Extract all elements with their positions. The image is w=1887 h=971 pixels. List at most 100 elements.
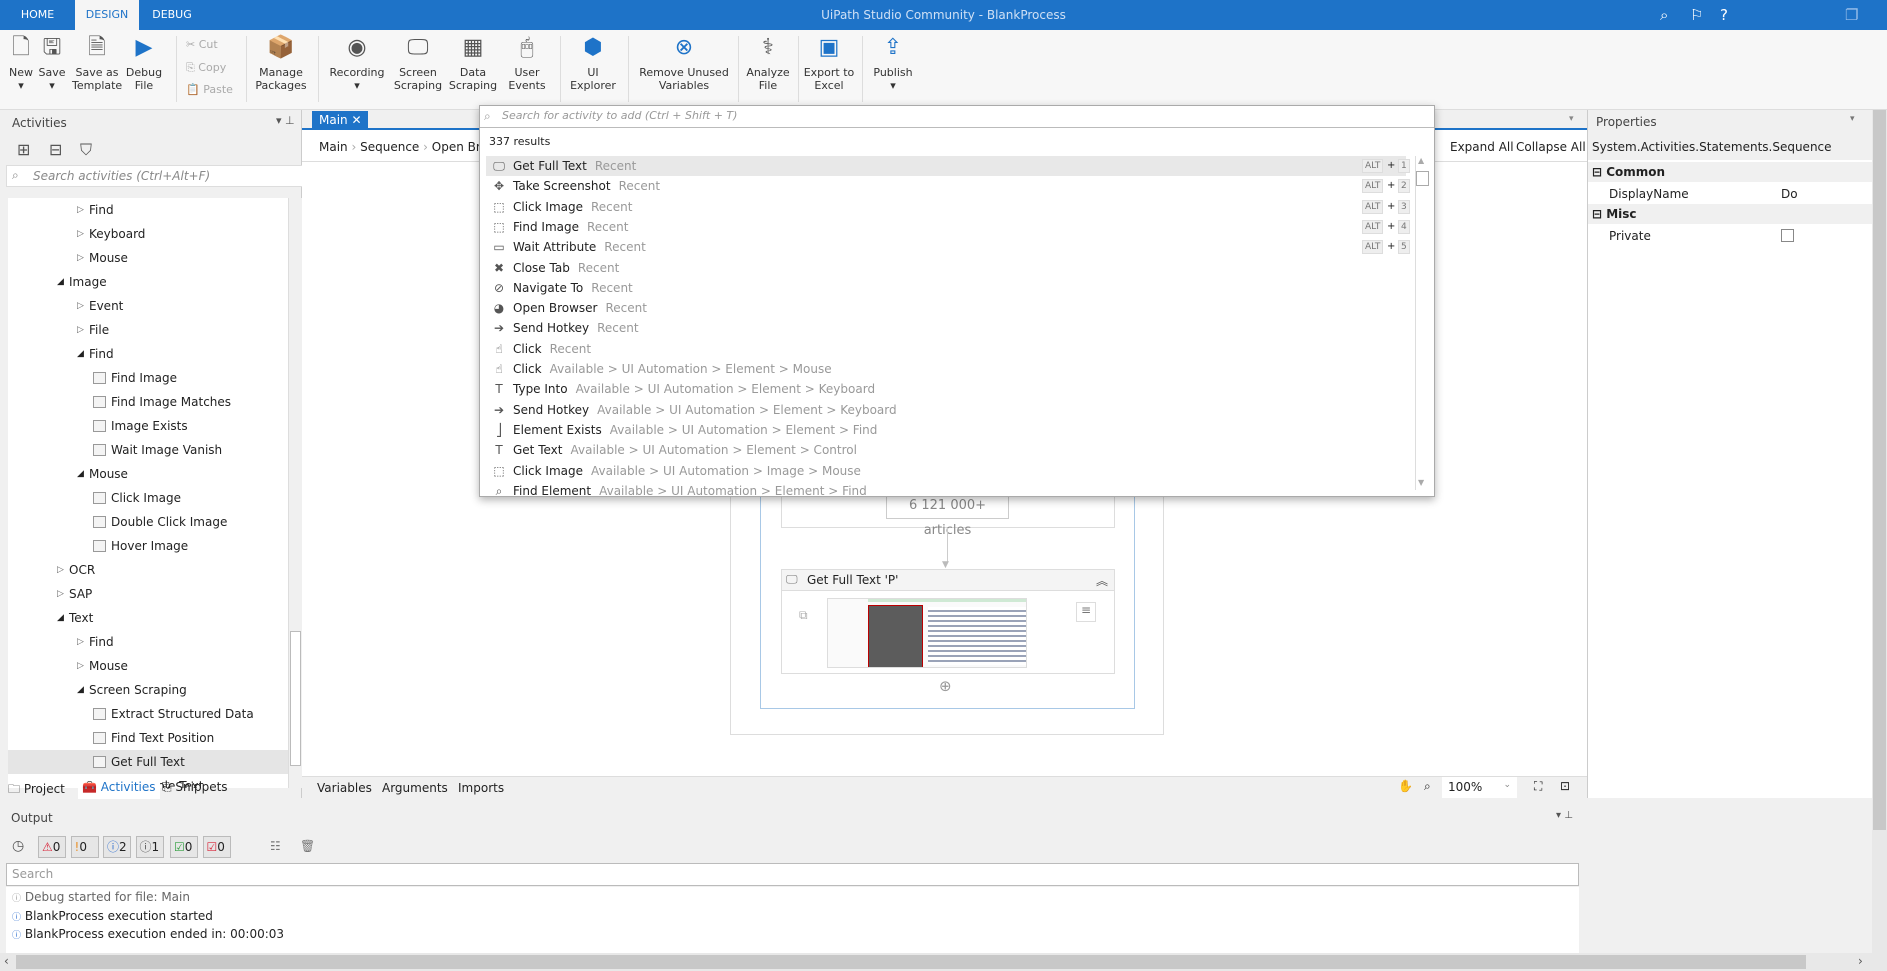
tree-item[interactable]: ▷ Keyboard — [8, 222, 288, 246]
feedback-icon[interactable]: ⚐ — [1690, 6, 1703, 24]
expanded-arrow-icon[interactable]: ◢ — [57, 606, 64, 630]
help-icon[interactable]: ? — [1720, 6, 1728, 24]
collapsed-arrow-icon[interactable]: ▷ — [57, 558, 64, 582]
tree-item[interactable]: Double Click Image — [8, 510, 288, 534]
tree-item[interactable]: Get Full Text — [8, 750, 288, 774]
collapse-all-icon[interactable]: ⊟ — [49, 140, 62, 159]
collapsed-arrow-icon[interactable]: ▷ — [77, 198, 84, 222]
displayname-value[interactable]: Do — [1778, 184, 1801, 204]
expanded-arrow-icon[interactable]: ◢ — [77, 462, 84, 486]
expand-all-button[interactable]: Expand All — [1450, 140, 1514, 154]
result-item[interactable]: ⬚ Click Image Available > UI Automation > … — [486, 461, 1406, 481]
save-as-template-button[interactable]: 🗎 Save as Template — [72, 34, 122, 92]
result-item[interactable]: ☝ Click Recent — [486, 339, 1406, 359]
tree-item[interactable]: ▷ Mouse — [8, 246, 288, 270]
screen-scraping-button[interactable]: 🖵 Screen Scraping — [392, 34, 444, 92]
tree-item[interactable]: ▷ File — [8, 318, 288, 342]
tree-item[interactable]: Hover Image — [8, 534, 288, 558]
result-item[interactable]: ⌕ Find Element Available > UI Automation >… — [486, 481, 1406, 496]
result-item[interactable]: ➔ Send Hotkey Recent — [486, 318, 1406, 338]
output-search-input[interactable]: Search — [6, 863, 1579, 886]
add-activity-icon[interactable]: ⊕ — [939, 677, 952, 695]
expanded-arrow-icon[interactable]: ◢ — [77, 342, 84, 366]
result-item[interactable]: ⬚ Click Image Recent ALT +3 — [486, 197, 1410, 217]
result-item[interactable]: ⬚ Find Image Recent ALT +4 — [486, 217, 1410, 237]
copy-button[interactable]: ⎘ Copy — [186, 61, 226, 75]
counter-fail[interactable]: ☑0 — [202, 836, 231, 858]
activities-search-input[interactable]: Search activities (Ctrl+Alt+F) — [6, 165, 304, 187]
timestamp-icon[interactable]: ◷ — [12, 838, 24, 854]
expand-all-icon[interactable]: ⊞ — [17, 140, 30, 159]
result-item[interactable]: ✥ Take Screenshot Recent ALT +2 — [486, 176, 1410, 196]
scrollbar-thumb[interactable] — [1416, 171, 1429, 186]
tree-item[interactable]: ▷ Find — [8, 630, 288, 654]
ui-explorer-button[interactable]: ⬢ UI Explorer — [568, 34, 618, 92]
scrollbar-thumb[interactable] — [1873, 110, 1886, 830]
tree-item[interactable]: Image Exists — [8, 414, 288, 438]
expanded-arrow-icon[interactable]: ◢ — [57, 270, 64, 294]
group-common[interactable]: ⊟ Common — [1588, 162, 1873, 182]
recording-button[interactable]: ◉ Recording ▾ — [326, 34, 388, 92]
tab-snippets[interactable]: ⎘ Snippets — [162, 780, 228, 795]
hand-icon[interactable]: ✋ — [1398, 779, 1413, 793]
tree-item[interactable]: Find Text Position — [8, 726, 288, 750]
result-item[interactable]: T Get Text Available > UI Automation > Ele… — [486, 440, 1406, 460]
data-scraping-button[interactable]: ▦ Data Scraping — [448, 34, 498, 92]
result-item[interactable]: ▭ Wait Attribute Recent ALT +5 — [486, 237, 1410, 257]
paste-button[interactable]: 📋 Paste — [186, 83, 233, 96]
collapsed-arrow-icon[interactable]: ▷ — [77, 222, 84, 246]
tree-item[interactable]: Extract Structured Data — [8, 702, 288, 726]
tree-item[interactable]: Click Image — [8, 486, 288, 510]
breadcrumb-sequence[interactable]: Sequence — [360, 140, 419, 154]
result-item[interactable]: ⎦ Element Exists Available > UI Automation… — [486, 420, 1406, 440]
collapsed-arrow-icon[interactable]: ▷ — [77, 246, 84, 270]
pin-icon[interactable]: ▾ ⊥ — [276, 114, 295, 127]
get-full-text-activity[interactable]: 🖵 Get Full Text 'P' ︽ ⧉ ≡ — [781, 569, 1115, 674]
properties-scrollbar[interactable] — [1872, 110, 1887, 953]
tree-item[interactable]: ◢ Screen Scraping — [8, 678, 288, 702]
clear-icon[interactable]: 🗑 — [300, 839, 315, 853]
tree-item[interactable]: Wait Image Vanish — [8, 438, 288, 462]
search-icon[interactable]: ⌕ — [1660, 6, 1668, 24]
tree-item[interactable]: ◢ Mouse — [8, 462, 288, 486]
result-item[interactable]: 🖵 Get Full Text Recent ALT +1 — [486, 156, 1410, 176]
arguments-tab[interactable]: Arguments — [382, 781, 448, 795]
collapsed-arrow-icon[interactable]: ▷ — [77, 294, 84, 318]
pin-icon[interactable]: ▾ ⊥ — [1556, 810, 1573, 821]
horizontal-scrollbar[interactable]: ‹ › — [0, 953, 1887, 971]
counter-info[interactable]: ⓘ2 — [103, 836, 131, 858]
result-item[interactable]: ➔ Send Hotkey Available > UI Automation > … — [486, 400, 1406, 420]
manage-packages-button[interactable]: 📦 Manage Packages — [252, 34, 310, 92]
filter-icon[interactable]: ⛉ — [80, 140, 92, 160]
scrollbar-thumb[interactable] — [16, 955, 1806, 969]
scroll-right-icon[interactable]: › — [1858, 954, 1863, 968]
tab-activities[interactable]: 🧰 Activities — [78, 777, 160, 799]
counter-warning[interactable]: !0 — [70, 836, 99, 858]
tree-item[interactable]: ▷ Mouse — [8, 654, 288, 678]
zoom-icon[interactable]: ⌕ — [1424, 779, 1431, 794]
counter-trace[interactable]: ⓘ1 — [135, 836, 164, 858]
result-item[interactable]: ⊘ Navigate To Recent — [486, 278, 1406, 298]
tree-item[interactable]: Find Image Matches — [8, 390, 288, 414]
tab-main[interactable]: Main ✕ — [312, 111, 368, 130]
counter-success[interactable]: ☑0 — [170, 836, 198, 858]
selector-icon[interactable]: ⧉ — [799, 608, 808, 623]
scrollbar-thumb[interactable] — [290, 631, 301, 766]
remove-unused-variables-button[interactable]: ⊗ Remove Unused Variables — [636, 34, 732, 92]
collapse-icon[interactable]: ︽ — [1096, 572, 1108, 589]
collapsed-arrow-icon[interactable]: ▷ — [77, 654, 84, 678]
breadcrumb-open-browser[interactable]: Open Br — [432, 140, 481, 154]
result-item[interactable]: ✖ Close Tab Recent — [486, 258, 1406, 278]
fit-to-screen-icon[interactable]: ⛶ — [1534, 779, 1542, 794]
collapsed-arrow-icon[interactable]: ▷ — [57, 582, 64, 606]
result-item[interactable]: ◕ Open Browser Recent — [486, 298, 1406, 318]
tree-item[interactable]: ◢ Image — [8, 270, 288, 294]
new-button[interactable]: 🗋 New ▾ — [6, 34, 36, 92]
tree-item[interactable]: Find Image — [8, 366, 288, 390]
private-checkbox[interactable] — [1781, 229, 1794, 242]
result-item[interactable]: T Type Into Available > UI Automation > El… — [486, 379, 1406, 399]
close-icon[interactable]: ✕ — [351, 113, 361, 127]
group-misc[interactable]: ⊟ Misc — [1588, 204, 1873, 224]
tree-item[interactable]: ◢ Find — [8, 342, 288, 366]
scroll-left-icon[interactable]: ‹ — [4, 954, 9, 968]
